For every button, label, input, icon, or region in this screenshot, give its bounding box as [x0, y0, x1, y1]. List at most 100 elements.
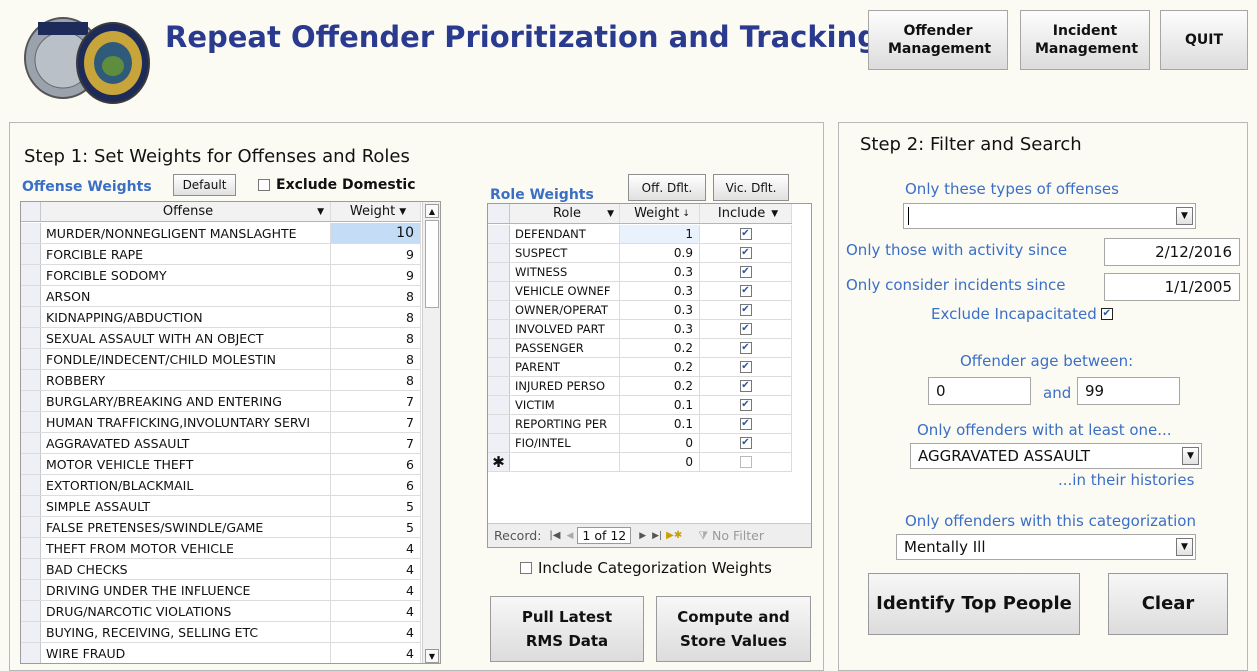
- offense-row[interactable]: MURDER/NONNEGLIGENT MANSLAGHTE 10: [21, 223, 421, 244]
- offense-name-cell[interactable]: SIMPLE ASSAULT: [41, 496, 331, 516]
- role-column-header[interactable]: Role ▼: [510, 204, 620, 223]
- row-selector[interactable]: [21, 412, 41, 432]
- offense-types-select[interactable]: ▼: [903, 203, 1196, 229]
- offense-weight-cell[interactable]: 5: [331, 496, 421, 516]
- include-categorization-option[interactable]: Include Categorization Weights: [520, 559, 772, 577]
- offense-weight-cell[interactable]: 4: [331, 601, 421, 621]
- offense-name-cell[interactable]: WIRE FRAUD: [41, 643, 331, 663]
- role-weight-cell[interactable]: 0.3: [620, 263, 700, 281]
- row-selector[interactable]: [21, 433, 41, 453]
- role-include-checkbox[interactable]: ✔: [739, 228, 752, 240]
- offense-weight-cell[interactable]: 7: [331, 391, 421, 411]
- role-weight-cell[interactable]: 0.1: [620, 396, 700, 414]
- row-selector[interactable]: [21, 601, 41, 621]
- offense-weight-cell[interactable]: 6: [331, 454, 421, 474]
- offense-row[interactable]: ARSON 8: [21, 286, 421, 307]
- offense-name-cell[interactable]: EXTORTION/BLACKMAIL: [41, 475, 331, 495]
- scroll-down-icon[interactable]: ▼: [425, 649, 439, 663]
- offense-name-cell[interactable]: FALSE PRETENSES/SWINDLE/GAME: [41, 517, 331, 537]
- offense-name-cell[interactable]: AGGRAVATED ASSAULT: [41, 433, 331, 453]
- chevron-down-icon[interactable]: ▼: [1182, 447, 1199, 465]
- offense-weight-cell[interactable]: 6: [331, 475, 421, 495]
- previous-record-icon[interactable]: ◀: [566, 531, 573, 541]
- role-row[interactable]: VEHICLE OWNEF 0.3 ✔: [488, 282, 792, 301]
- role-name-cell[interactable]: WITNESS: [510, 263, 620, 281]
- offense-weight-cell[interactable]: 8: [331, 328, 421, 348]
- new-record-icon[interactable]: ▶✱: [666, 530, 682, 541]
- identify-top-people-button[interactable]: Identify Top People: [868, 573, 1080, 635]
- victim-default-button[interactable]: Vic. Dflt.: [713, 174, 789, 201]
- offense-weight-cell[interactable]: 7: [331, 433, 421, 453]
- offense-name-cell[interactable]: BUYING, RECEIVING, SELLING ETC: [41, 622, 331, 642]
- role-include-checkbox[interactable]: ✔: [739, 437, 752, 449]
- last-record-icon[interactable]: ▶|: [652, 531, 662, 541]
- offense-name-cell[interactable]: FORCIBLE RAPE: [41, 244, 331, 264]
- offense-name-cell[interactable]: SEXUAL ASSAULT WITH AN OBJECT: [41, 328, 331, 348]
- row-selector[interactable]: [21, 244, 41, 264]
- offense-row[interactable]: SIMPLE ASSAULT 5: [21, 496, 421, 517]
- offense-weight-cell[interactable]: 8: [331, 307, 421, 327]
- exclude-domestic-option[interactable]: Exclude Domestic: [258, 177, 416, 193]
- offense-row[interactable]: MOTOR VEHICLE THEFT 6: [21, 454, 421, 475]
- offense-name-cell[interactable]: BURGLARY/BREAKING AND ENTERING: [41, 391, 331, 411]
- age-max-field[interactable]: 99: [1077, 377, 1180, 405]
- role-weight-column-header[interactable]: Weight ↓: [620, 204, 700, 223]
- row-selector[interactable]: [21, 475, 41, 495]
- role-include-checkbox[interactable]: ✔: [739, 361, 752, 373]
- offense-weight-cell[interactable]: 4: [331, 622, 421, 642]
- no-filter-button[interactable]: No Filter: [712, 528, 764, 543]
- role-name-cell[interactable]: INVOLVED PART: [510, 320, 620, 338]
- first-record-icon[interactable]: |◀: [549, 530, 560, 541]
- offense-weight-cell[interactable]: 4: [331, 559, 421, 579]
- role-name-cell[interactable]: PASSENGER: [510, 339, 620, 357]
- offense-name-cell[interactable]: DRUG/NARCOTIC VIOLATIONS: [41, 601, 331, 621]
- row-selector[interactable]: [488, 282, 510, 300]
- offense-row[interactable]: AGGRAVATED ASSAULT 7: [21, 433, 421, 454]
- role-weight-cell[interactable]: 0.2: [620, 339, 700, 357]
- role-row[interactable]: REPORTING PER 0.1 ✔: [488, 415, 792, 434]
- row-selector[interactable]: [488, 225, 510, 243]
- offense-name-cell[interactable]: MURDER/NONNEGLIGENT MANSLAGHTE: [41, 223, 331, 243]
- row-selector[interactable]: [21, 517, 41, 537]
- role-weight-cell[interactable]: 0.1: [620, 415, 700, 433]
- new-record-icon[interactable]: ✱: [488, 453, 510, 471]
- offense-weight-cell[interactable]: 8: [331, 286, 421, 306]
- offense-name-cell[interactable]: HUMAN TRAFFICKING,INVOLUNTARY SERVI: [41, 412, 331, 432]
- role-weight-cell[interactable]: 0: [620, 434, 700, 452]
- row-selector[interactable]: [488, 263, 510, 281]
- row-selector[interactable]: [488, 434, 510, 452]
- role-name-cell[interactable]: [510, 453, 620, 471]
- scroll-thumb[interactable]: [425, 220, 439, 308]
- role-include-checkbox[interactable]: ✔: [739, 247, 752, 259]
- clear-button[interactable]: Clear: [1108, 573, 1228, 635]
- offense-weight-cell[interactable]: 5: [331, 517, 421, 537]
- row-selector[interactable]: [488, 244, 510, 262]
- categorization-select[interactable]: Mentally Ill ▼: [896, 534, 1196, 560]
- role-row[interactable]: OWNER/OPERAT 0.3 ✔: [488, 301, 792, 320]
- scroll-up-icon[interactable]: ▲: [425, 204, 439, 218]
- exclude-domestic-checkbox[interactable]: [258, 179, 270, 191]
- exclude-incapacitated-option[interactable]: Exclude Incapacitated ✔: [931, 305, 1113, 323]
- offense-weight-cell[interactable]: 9: [331, 244, 421, 264]
- role-include-checkbox[interactable]: ✔: [739, 285, 752, 297]
- row-selector[interactable]: [21, 580, 41, 600]
- offense-weight-cell[interactable]: 8: [331, 349, 421, 369]
- role-include-checkbox[interactable]: ✔: [739, 418, 752, 430]
- role-row[interactable]: WITNESS 0.3 ✔: [488, 263, 792, 282]
- role-include-checkbox[interactable]: ✔: [739, 380, 752, 392]
- row-selector[interactable]: [21, 643, 41, 663]
- role-name-cell[interactable]: SUSPECT: [510, 244, 620, 262]
- role-row[interactable]: SUSPECT 0.9 ✔: [488, 244, 792, 263]
- row-selector[interactable]: [21, 454, 41, 474]
- role-weight-cell[interactable]: 0.2: [620, 358, 700, 376]
- row-selector[interactable]: [21, 496, 41, 516]
- offense-row[interactable]: DRUG/NARCOTIC VIOLATIONS 4: [21, 601, 421, 622]
- quit-button[interactable]: QUIT: [1160, 10, 1248, 70]
- row-selector[interactable]: [21, 538, 41, 558]
- row-selector[interactable]: [21, 622, 41, 642]
- include-categorization-checkbox[interactable]: [520, 562, 532, 574]
- offense-weight-cell[interactable]: 4: [331, 538, 421, 558]
- offense-row[interactable]: BAD CHECKS 4: [21, 559, 421, 580]
- weight-column-header[interactable]: Weight ▼: [331, 202, 421, 221]
- offense-row[interactable]: KIDNAPPING/ABDUCTION 8: [21, 307, 421, 328]
